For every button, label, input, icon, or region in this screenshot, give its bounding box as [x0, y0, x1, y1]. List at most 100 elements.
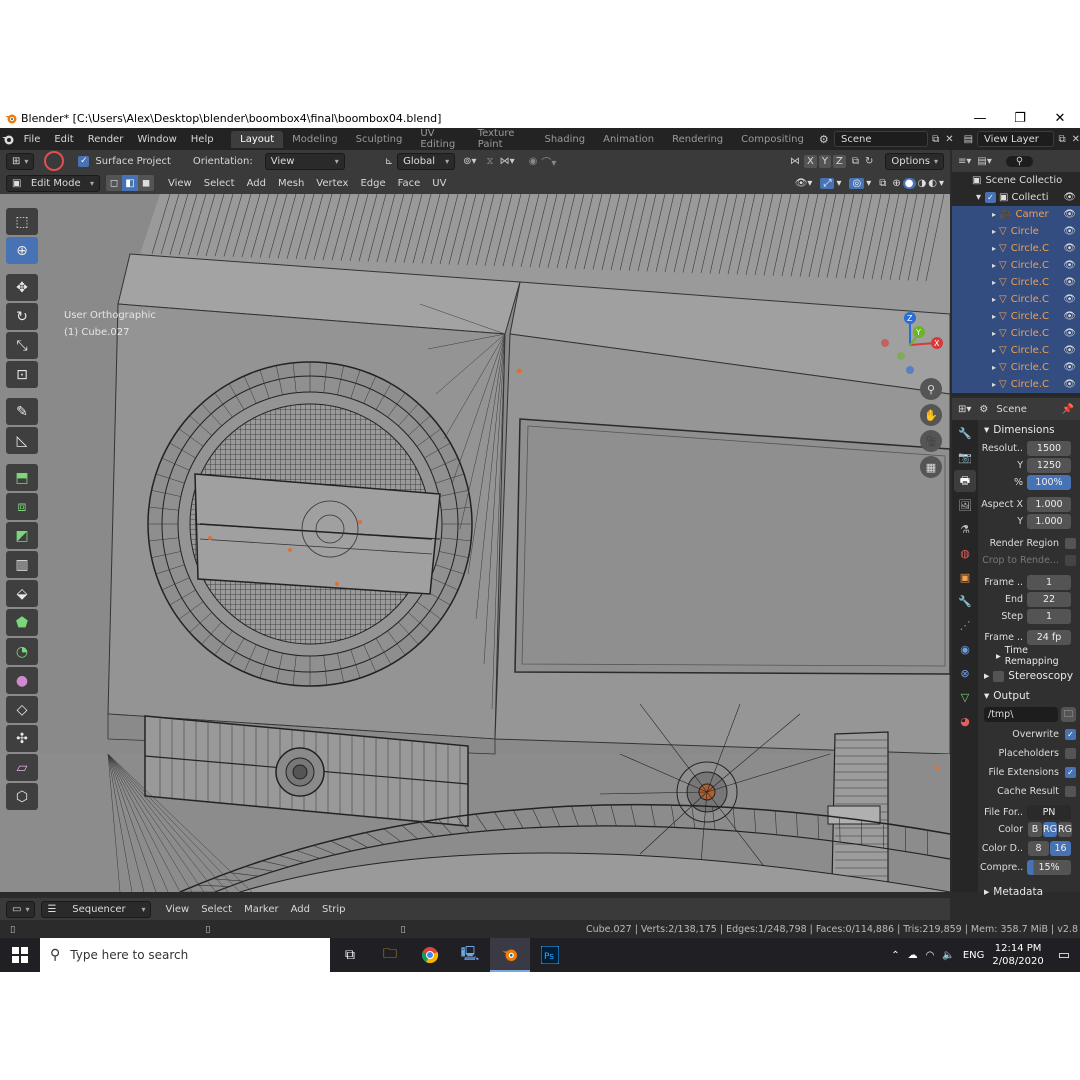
snap-icon[interactable]: ⧖	[487, 156, 494, 167]
tab-rendering[interactable]: Rendering	[663, 131, 732, 148]
menu-select[interactable]: Select	[198, 176, 241, 191]
wifi-icon[interactable]: ◠	[926, 950, 935, 961]
menu-face[interactable]: Face	[392, 176, 427, 191]
expand-icon[interactable]: ▸	[992, 346, 996, 355]
delete-scene-icon[interactable]: ✕	[945, 134, 953, 145]
proportional-falloff-icon[interactable]: ⌒▾	[541, 154, 556, 169]
edge-select-icon[interactable]: ◧	[122, 175, 138, 191]
shading-menu-icon[interactable]: ▾	[939, 178, 944, 189]
menu-add[interactable]: Add	[241, 176, 272, 191]
minimize-button[interactable]: —	[960, 108, 1000, 128]
collection-checkbox[interactable]: ✓	[985, 192, 997, 203]
extrude-icon[interactable]: ⬒	[6, 464, 38, 491]
xray-icon[interactable]: ⧉	[879, 178, 886, 189]
outliner-scene-collection[interactable]: ▣ Scene Collectio	[952, 172, 1080, 189]
frame-start-field[interactable]: 1	[1027, 575, 1071, 590]
task-view-icon[interactable]: ⧉	[330, 938, 370, 972]
volume-icon[interactable]: 🔈	[942, 950, 954, 961]
expand-icon[interactable]: ▸	[992, 312, 996, 321]
folder-icon[interactable]: 🗀	[1061, 707, 1076, 722]
mirror-x[interactable]: X	[804, 154, 817, 168]
outliner-object-row[interactable]: ▸ ▽ Circle.C 👁	[952, 274, 1080, 291]
expand-icon[interactable]: ▸	[992, 261, 996, 270]
overwrite-checkbox[interactable]: ✓	[1065, 729, 1076, 740]
resolution-percent-field[interactable]: 100%	[1027, 475, 1071, 490]
active-tool-icon[interactable]	[44, 151, 65, 171]
zoom-icon[interactable]: ⚲	[920, 378, 942, 400]
object-tab-icon[interactable]: ▣	[954, 566, 976, 588]
face-select-icon[interactable]: ◼	[138, 175, 154, 191]
outliner-object-row[interactable]: ▸ ▽ Circle.C 👁	[952, 257, 1080, 274]
expand-icon[interactable]: ▸	[992, 278, 996, 287]
eye-icon[interactable]: 👁	[1063, 209, 1076, 220]
outliner-object-row[interactable]: ▸ ▽ Circle.C 👁	[952, 240, 1080, 257]
onedrive-icon[interactable]: ☁	[908, 950, 918, 961]
cache-result-checkbox[interactable]	[1065, 786, 1076, 797]
overlay-toggle-icon[interactable]: ◎	[849, 177, 865, 189]
expand-icon[interactable]: ▾	[976, 192, 981, 203]
color-depth-16-button[interactable]: 16	[1050, 841, 1071, 856]
menu-window[interactable]: Window	[130, 134, 183, 145]
particles-tab-icon[interactable]: ⋰	[954, 614, 976, 636]
shading-material-icon[interactable]: ◑	[918, 178, 927, 189]
display-mode-icon[interactable]: ▤▾	[977, 156, 991, 167]
measure-icon[interactable]: ◺	[6, 427, 38, 454]
3d-viewport[interactable]: User Orthographic (1) Cube.027 Z X Y ⚲ ✋…	[0, 194, 950, 892]
blender-menu-icon[interactable]	[0, 132, 17, 146]
snap-target-icon[interactable]: ⋈▾	[500, 156, 515, 167]
store-icon[interactable]: 🖳	[450, 938, 490, 972]
compression-slider[interactable]: 15%	[1027, 860, 1071, 875]
sequencer-view-type-dropdown[interactable]: ☰ Sequencer ▾	[41, 900, 152, 918]
camera-view-icon[interactable]: 🎥	[920, 430, 942, 452]
file-explorer-icon[interactable]: 🗀	[370, 938, 410, 972]
eye-icon[interactable]: 👁	[1063, 379, 1076, 390]
photoshop-icon[interactable]: Ps	[530, 938, 570, 972]
scene-tab-icon[interactable]: ⚗	[954, 518, 976, 540]
transform-orientation-dropdown[interactable]: Global ▾	[397, 152, 456, 170]
gizmo-toggle-icon[interactable]: ⤢	[820, 177, 835, 189]
options-dropdown[interactable]: Options ▾	[885, 152, 944, 170]
tool-tab-icon[interactable]: 🔧	[954, 422, 976, 444]
mirror-z[interactable]: Z	[833, 154, 846, 168]
chrome-icon[interactable]	[410, 938, 450, 972]
visibility-icon[interactable]: 👁▾	[795, 178, 813, 189]
cursor-icon[interactable]: ⊕	[6, 237, 38, 264]
view-layer-tab-icon[interactable]: 🖼	[954, 494, 976, 516]
output-path-field[interactable]: /tmp\	[984, 707, 1058, 722]
seq-menu-add[interactable]: Add	[285, 902, 316, 917]
expand-icon[interactable]: ▸	[992, 380, 996, 389]
frame-rate-dropdown[interactable]: 24 fp	[1027, 630, 1071, 645]
color-rgb-button[interactable]: RG	[1043, 822, 1057, 837]
tab-compositing[interactable]: Compositing	[732, 131, 813, 148]
expand-icon[interactable]: ▸	[992, 244, 996, 253]
eye-icon[interactable]: 👁	[1063, 243, 1076, 254]
inset-icon[interactable]: ⧈	[6, 493, 38, 520]
spin-icon[interactable]: ◔	[6, 638, 38, 665]
placeholders-checkbox[interactable]	[1065, 748, 1076, 759]
constraints-tab-icon[interactable]: ⊗	[954, 662, 976, 684]
outliner-object-row[interactable]: ▸ ▽ Circle.C 👁	[952, 342, 1080, 359]
color-depth-8-button[interactable]: 8	[1028, 841, 1049, 856]
shear-icon[interactable]: ▱	[6, 754, 38, 781]
eye-icon[interactable]: 👁	[1063, 260, 1076, 271]
knife-icon[interactable]: ⬙	[6, 580, 38, 607]
gizmo-menu-icon[interactable]: ▾	[836, 178, 841, 189]
physics-tab-icon[interactable]: ◉	[954, 638, 976, 660]
modifier-tab-icon[interactable]: 🔧	[954, 590, 976, 612]
pivot-icon[interactable]: ⊚▾	[463, 156, 476, 167]
eye-icon[interactable]: 👁	[1063, 345, 1076, 356]
resolution-y-field[interactable]: 1250	[1027, 458, 1071, 473]
seq-menu-strip[interactable]: Strip	[316, 902, 352, 917]
render-tab-icon[interactable]: 📷	[954, 446, 976, 468]
shrink-fatten-icon[interactable]: ✣	[6, 725, 38, 752]
new-scene-icon[interactable]: ⧉	[932, 134, 939, 145]
menu-uv[interactable]: UV	[426, 176, 452, 191]
loop-cut-icon[interactable]: ▥	[6, 551, 38, 578]
expand-icon[interactable]: ▸	[992, 295, 996, 304]
eye-icon[interactable]: 👁	[1063, 226, 1076, 237]
pin-icon[interactable]: 📌	[1062, 404, 1074, 415]
select-box-icon[interactable]: ⬚	[6, 208, 38, 235]
vertex-select-icon[interactable]: ◻	[106, 175, 122, 191]
stereoscopy-checkbox[interactable]	[993, 670, 1005, 682]
rotate-icon[interactable]: ↻	[6, 303, 38, 330]
